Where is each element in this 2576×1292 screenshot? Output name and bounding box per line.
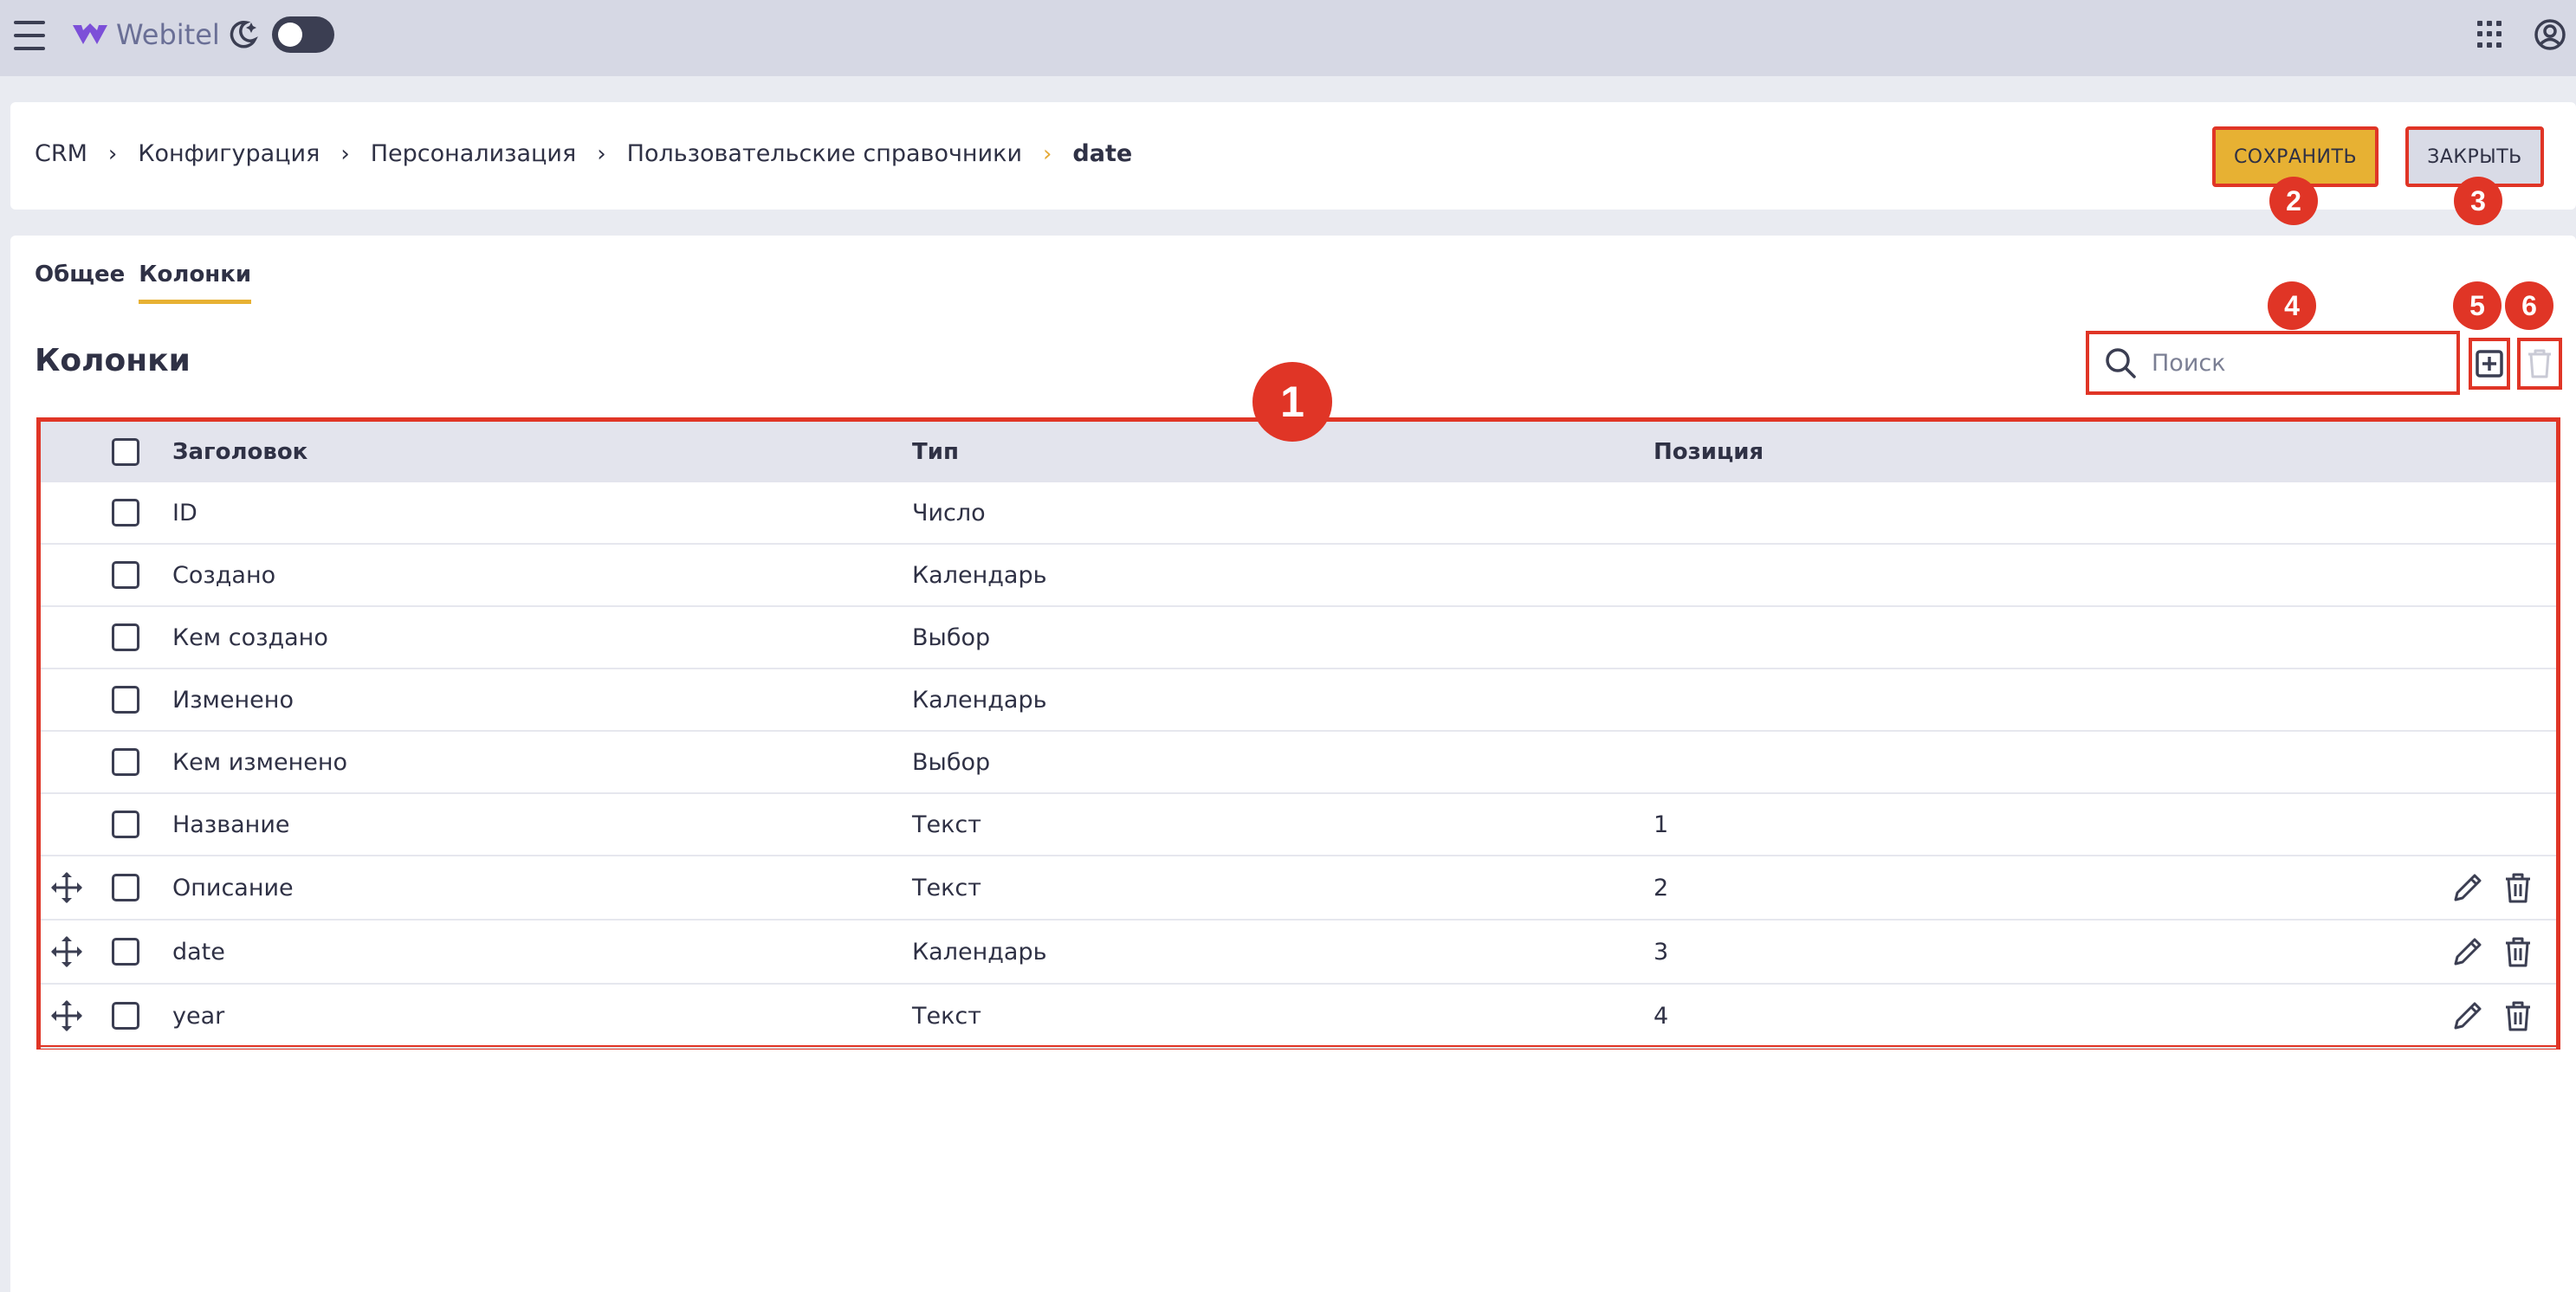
cell-type: Календарь xyxy=(912,686,1047,714)
cell-type: Текст xyxy=(912,874,981,901)
search-box[interactable] xyxy=(2086,331,2460,395)
add-button[interactable] xyxy=(2469,338,2510,390)
delete-selected-button[interactable] xyxy=(2517,338,2562,390)
account-icon[interactable] xyxy=(2533,17,2567,52)
annotation-badge-delete: 6 xyxy=(2505,281,2553,330)
breadcrumb-personalization[interactable]: Персонализация xyxy=(371,140,577,167)
row-checkbox[interactable] xyxy=(112,938,139,966)
annotation-badge-search: 4 xyxy=(2268,281,2316,330)
pencil-icon[interactable] xyxy=(2450,870,2485,905)
pencil-icon[interactable] xyxy=(2450,998,2485,1033)
tab-columns[interactable]: Колонки xyxy=(139,262,252,304)
breadcrumb-current: date xyxy=(1072,140,1133,167)
row-checkbox[interactable] xyxy=(112,623,139,651)
annotation-badge-table: 1 xyxy=(1252,362,1332,442)
cell-title: Изменено xyxy=(172,686,294,714)
cell-title: date xyxy=(172,938,225,966)
table-row[interactable]: Описание Текст 2 xyxy=(41,856,2556,921)
move-icon[interactable] xyxy=(49,934,84,969)
plus-square-icon xyxy=(2476,350,2503,378)
annotation-badge-close: 3 xyxy=(2454,177,2502,225)
move-icon[interactable] xyxy=(49,998,84,1033)
cell-title: Описание xyxy=(172,874,294,901)
cell-type: Число xyxy=(912,499,986,526)
table-row[interactable]: Кем изменено Выбор xyxy=(41,732,2556,794)
table-row[interactable]: Изменено Календарь xyxy=(41,669,2556,732)
row-checkbox[interactable] xyxy=(112,748,139,776)
menu-icon[interactable] xyxy=(14,21,45,50)
toggle-knob xyxy=(278,23,302,47)
cell-position: 2 xyxy=(1654,874,1669,901)
cell-position: 1 xyxy=(1654,811,1669,838)
cell-title: Создано xyxy=(172,561,276,589)
cell-type: Календарь xyxy=(912,938,1047,966)
cell-title: ID xyxy=(172,499,197,526)
header-panel: CRM › Конфигурация › Персонализация › По… xyxy=(10,102,2576,210)
breadcrumb-configuration[interactable]: Конфигурация xyxy=(138,140,320,167)
search-input[interactable] xyxy=(2152,349,2446,377)
cell-title: Кем изменено xyxy=(172,748,348,776)
row-checkbox[interactable] xyxy=(112,1002,139,1030)
cell-type: Выбор xyxy=(912,623,991,651)
table-row[interactable]: Создано Календарь xyxy=(41,545,2556,607)
webitel-logo-icon xyxy=(73,23,107,44)
breadcrumb: CRM › Конфигурация › Персонализация › По… xyxy=(35,140,1132,167)
row-checkbox[interactable] xyxy=(112,499,139,526)
annotation-badge-add: 5 xyxy=(2453,281,2502,330)
table-row[interactable]: ID Число xyxy=(41,482,2556,545)
trash-icon[interactable] xyxy=(2501,998,2535,1033)
chevron-right-icon: › xyxy=(1043,140,1052,167)
header-position[interactable]: Позиция xyxy=(1654,439,1764,465)
cell-title: Кем создано xyxy=(172,623,328,651)
cell-title: year xyxy=(172,1002,225,1030)
trash-icon[interactable] xyxy=(2501,870,2535,905)
row-checkbox[interactable] xyxy=(112,561,139,589)
chevron-right-icon: › xyxy=(107,140,118,167)
cell-type: Текст xyxy=(912,1002,981,1030)
chevron-right-icon: › xyxy=(597,140,606,167)
row-checkbox[interactable] xyxy=(112,686,139,714)
move-icon[interactable] xyxy=(49,870,84,905)
header-title[interactable]: Заголовок xyxy=(172,439,307,465)
cell-type: Календарь xyxy=(912,561,1047,589)
tabs: Общее Колонки xyxy=(35,262,252,304)
moon-icon[interactable] xyxy=(225,17,260,52)
trash-icon xyxy=(2528,349,2551,378)
breadcrumb-crm[interactable]: CRM xyxy=(35,140,87,167)
table-row[interactable]: Название Текст 1 xyxy=(41,794,2556,856)
columns-table: Заголовок Тип Позиция ID Число Создано Кале… xyxy=(36,417,2560,1050)
select-all-checkbox[interactable] xyxy=(112,438,139,466)
chevron-right-icon: › xyxy=(340,140,350,167)
cell-title: Название xyxy=(172,811,290,838)
annotation-badge-save: 2 xyxy=(2269,177,2318,225)
theme-toggle[interactable] xyxy=(272,16,334,53)
cell-type: Выбор xyxy=(912,748,991,776)
apps-grid-icon[interactable] xyxy=(2477,21,2505,48)
logo-text: Webitel xyxy=(116,18,220,51)
breadcrumb-custom-dictionaries[interactable]: Пользовательские справочники xyxy=(627,140,1022,167)
row-checkbox[interactable] xyxy=(112,811,139,838)
cell-position: 3 xyxy=(1654,938,1669,966)
pencil-icon[interactable] xyxy=(2450,934,2485,969)
search-icon xyxy=(2106,348,2136,378)
trash-icon[interactable] xyxy=(2501,934,2535,969)
logo[interactable]: Webitel xyxy=(71,16,220,54)
table-row[interactable]: year Текст 4 xyxy=(41,985,2556,1049)
cell-type: Текст xyxy=(912,811,981,838)
section-title: Колонки xyxy=(35,343,191,378)
header-type[interactable]: Тип xyxy=(912,439,959,465)
row-checkbox[interactable] xyxy=(112,874,139,901)
top-bar: Webitel xyxy=(0,0,2576,76)
cell-position: 4 xyxy=(1654,1002,1669,1030)
table-row[interactable]: date Календарь 3 xyxy=(41,921,2556,985)
tab-general[interactable]: Общее xyxy=(35,262,125,304)
table-row[interactable]: Кем создано Выбор xyxy=(41,607,2556,669)
